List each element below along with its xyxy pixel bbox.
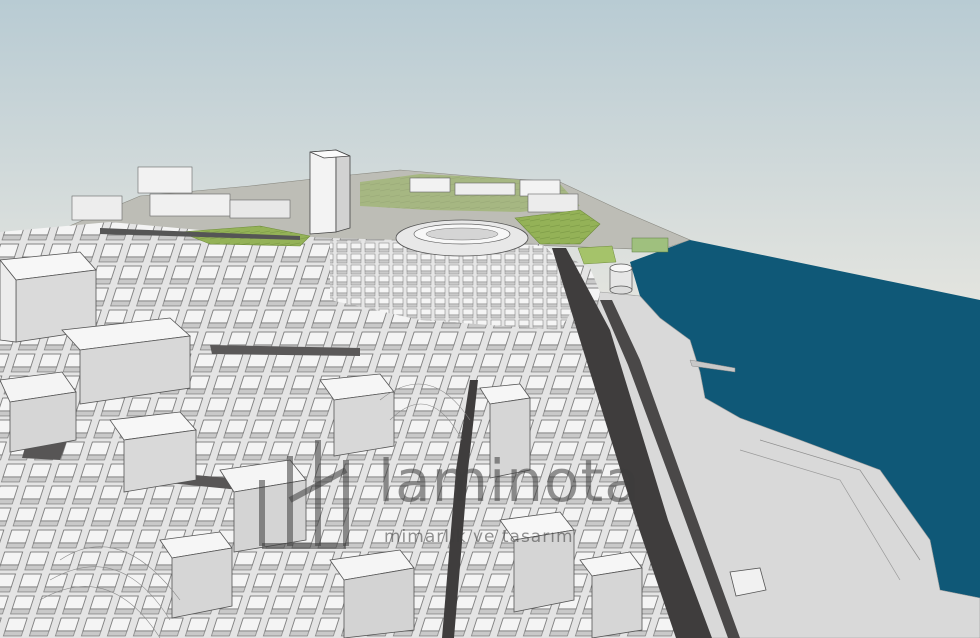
watermark-brand: laminota — [378, 447, 641, 515]
park — [577, 245, 617, 265]
city-model-render: laminota mimarlık ve tasarım — [0, 0, 980, 638]
stadium — [395, 219, 529, 257]
round-tower — [609, 263, 633, 295]
watermark-tagline: mimarlık ve tasarım — [384, 527, 574, 547]
sports-field — [631, 237, 669, 253]
tower — [309, 149, 351, 235]
